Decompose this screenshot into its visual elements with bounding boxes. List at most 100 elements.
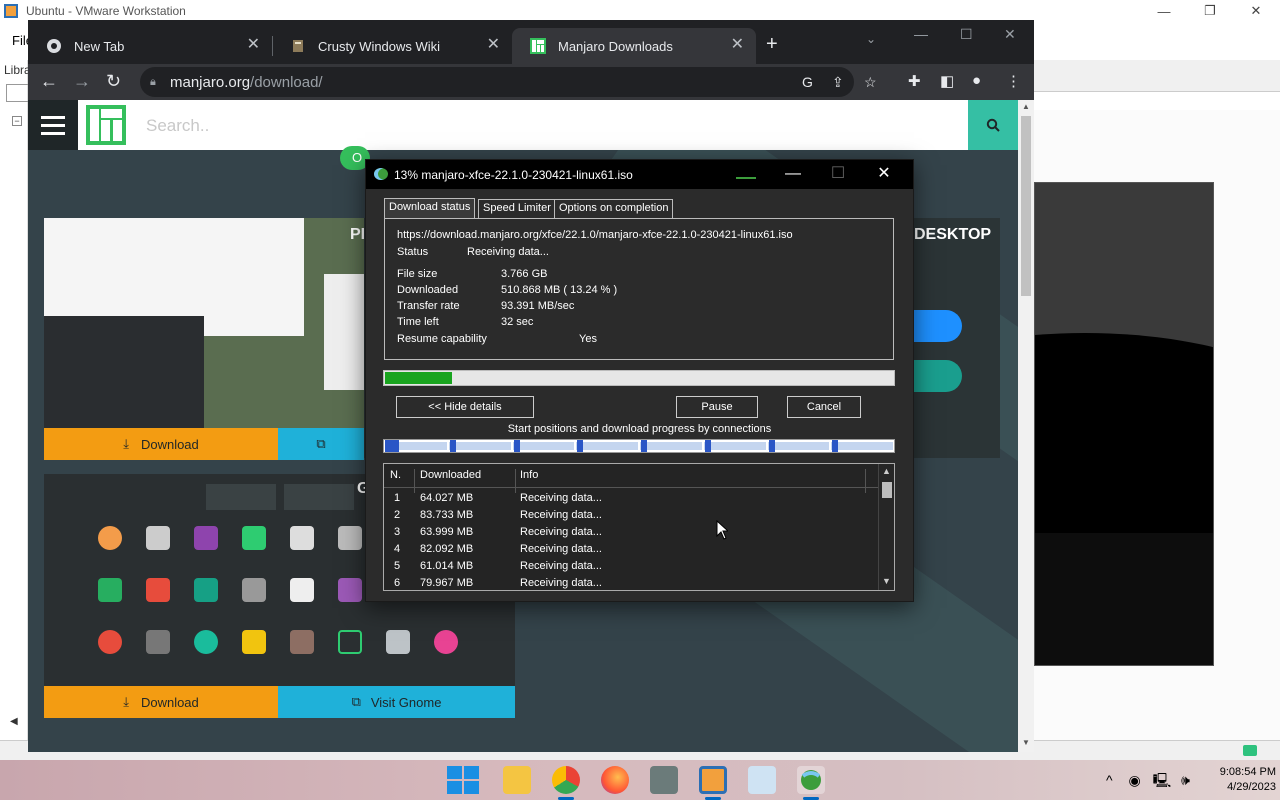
tool-app-icon[interactable] (650, 766, 678, 794)
vm-screen[interactable] (1034, 182, 1214, 666)
app-icon (146, 630, 170, 654)
share-icon[interactable]: ⇪ (832, 74, 844, 91)
extensions-icon[interactable]: ✚ (908, 72, 921, 90)
scroll-down-icon[interactable]: ▼ (882, 576, 891, 586)
chrome-minimize-button[interactable]: — (914, 26, 928, 42)
hide-details-button[interactable]: << Hide details (396, 396, 534, 418)
gnome-download-button[interactable]: ⤓ Download (44, 686, 278, 718)
forward-icon[interactable]: → (73, 71, 91, 91)
app-icon (194, 630, 218, 654)
idm-maximize-button: ☐ (830, 165, 846, 182)
idm-titlebar[interactable]: 13% manjaro-xfce-22.1.0-230421-linux61.i… (366, 160, 913, 189)
site-search-input[interactable]: Search.. (146, 116, 209, 136)
xfce-download-button[interactable]: ⤓ Download (44, 428, 278, 460)
connection-segment (767, 442, 830, 450)
chrome-maximize-button[interactable]: ☐ (960, 26, 973, 43)
tab-speed-limiter[interactable]: Speed Limiter (478, 199, 556, 218)
url-path: /download/ (250, 73, 323, 91)
message-icon[interactable] (1243, 745, 1257, 756)
table-row[interactable]: 5 61.014 MB Receiving data... (384, 558, 878, 575)
tab-strip: New Tab ✕ Crusty Windows Wiki ✕ Manjaro … (28, 20, 1034, 64)
scroll-up-icon[interactable]: ▲ (882, 466, 891, 476)
library-search-icon[interactable] (6, 84, 28, 102)
visit-gnome-button[interactable]: ⧉ Visit Gnome (278, 686, 515, 718)
chrome-close-button[interactable]: ✕ (1004, 26, 1016, 43)
url-text[interactable]: manjaro.org/download/ (170, 74, 323, 91)
tab-manjaro-downloads[interactable]: Manjaro Downloads ✕ (512, 28, 756, 64)
table-row[interactable]: 6 79.967 MB Receiving data... (384, 575, 878, 590)
side-panel-icon[interactable]: ◧ (940, 72, 954, 90)
scroll-up-icon[interactable]: ▲ (1022, 102, 1030, 111)
vmware-close-button[interactable]: ✕ (1233, 0, 1279, 22)
download-icon: ⤓ (123, 436, 129, 451)
resume-label: Resume capability (397, 333, 487, 345)
table-header: N. Downloaded Info (384, 464, 878, 493)
connections-caption: Start positions and download progress by… (507, 423, 772, 435)
resource-monitor-icon[interactable] (748, 766, 776, 794)
column-downloaded[interactable]: Downloaded (420, 469, 481, 481)
visit-gnome-label: Visit Gnome (370, 694, 442, 710)
tab-search-icon[interactable]: ⌄ (866, 32, 876, 46)
column-number[interactable]: N. (390, 469, 401, 481)
chrome-taskbar-icon[interactable] (552, 766, 580, 794)
manjaro-logo[interactable] (86, 105, 126, 145)
table-row[interactable]: 4 82.092 MB Receiving data... (384, 541, 878, 558)
scroll-thumb[interactable] (882, 482, 892, 498)
reload-icon[interactable]: ↻ (106, 71, 121, 91)
table-row[interactable]: 2 83.733 MB Receiving data... (384, 507, 878, 524)
tray-overflow-icon[interactable]: ^ (1106, 772, 1113, 788)
tab-crusty-wiki[interactable]: Crusty Windows Wiki ✕ (272, 28, 512, 64)
table-scrollbar[interactable]: ▲ ▼ (878, 464, 894, 590)
tab-close-icon[interactable]: ✕ (731, 37, 744, 53)
vmware-maximize-button[interactable]: ❐ (1187, 0, 1233, 22)
tab-options-on-completion[interactable]: Options on completion (554, 199, 674, 218)
column-info[interactable]: Info (520, 469, 538, 481)
tab-close-icon[interactable]: ✕ (247, 37, 260, 53)
vmware-minimize-button[interactable]: — (1141, 0, 1187, 22)
app-icon (386, 630, 410, 654)
tab-download-status[interactable]: Download status (384, 198, 476, 219)
app-icon (194, 526, 218, 550)
profile-icon[interactable]: ● (972, 72, 981, 89)
screenshot-panel (324, 274, 364, 390)
tab-label: Manjaro Downloads (558, 38, 673, 54)
tab-close-icon[interactable]: ✕ (487, 37, 500, 53)
taskbar-clock[interactable]: 9:08:54 PM 4/29/2023 (1202, 765, 1276, 795)
bookmark-star-icon[interactable]: ☆ (864, 74, 877, 91)
tab-new-tab[interactable]: New Tab ✕ (28, 28, 272, 64)
idm-taskbar-icon[interactable] (797, 766, 825, 794)
vmware-taskbar-icon[interactable] (699, 766, 727, 794)
back-icon[interactable]: ← (40, 71, 58, 91)
idm-close-button[interactable]: ✕ (869, 165, 899, 183)
row-info: Receiving data... (520, 492, 602, 504)
address-bar[interactable]: 🔒︎ manjaro.org/download/ G ⇪ ☆ (140, 67, 877, 97)
firefox-icon[interactable] (601, 766, 629, 794)
file-explorer-icon[interactable] (503, 766, 531, 794)
connection-progress-mark (513, 440, 520, 452)
app-icon (338, 630, 362, 654)
idm-tray-icon[interactable]: ◉ (1128, 772, 1140, 788)
lock-icon[interactable]: 🔒︎ (150, 76, 160, 88)
pause-button[interactable]: Pause (676, 396, 758, 418)
table-row[interactable]: 3 63.999 MB Receiving data... (384, 524, 878, 541)
mouse-cursor-icon (716, 520, 728, 540)
xfce-visit-button[interactable]: ⧉ (278, 428, 364, 460)
tree-expand-icon[interactable]: − (12, 116, 22, 126)
scroll-left-icon[interactable]: ◀ (10, 716, 18, 727)
hamburger-menu-icon[interactable] (28, 100, 78, 150)
network-icon[interactable]: 🖳︎ (1153, 772, 1172, 788)
new-tab-button[interactable]: + (766, 34, 778, 54)
page-scrollbar[interactable]: ▲ ▼ (1018, 100, 1034, 752)
row-downloaded: 63.999 MB (420, 526, 474, 538)
menu-kebab-icon[interactable]: ⋮ (1006, 72, 1021, 90)
google-icon[interactable]: G (802, 74, 813, 90)
cancel-button[interactable]: Cancel (787, 396, 861, 418)
scroll-thumb[interactable] (1021, 116, 1031, 296)
volume-icon[interactable]: 🕪︎ (1181, 772, 1190, 788)
connections-table: N. Downloaded Info 1 64.027 MB Receiving d… (383, 463, 895, 591)
idm-minimize-button[interactable]: — (778, 165, 808, 183)
start-icon[interactable] (446, 766, 479, 794)
scroll-down-icon[interactable]: ▼ (1022, 738, 1030, 747)
site-search-icon[interactable] (968, 100, 1018, 150)
table-row[interactable]: 1 64.027 MB Receiving data... (384, 490, 878, 507)
